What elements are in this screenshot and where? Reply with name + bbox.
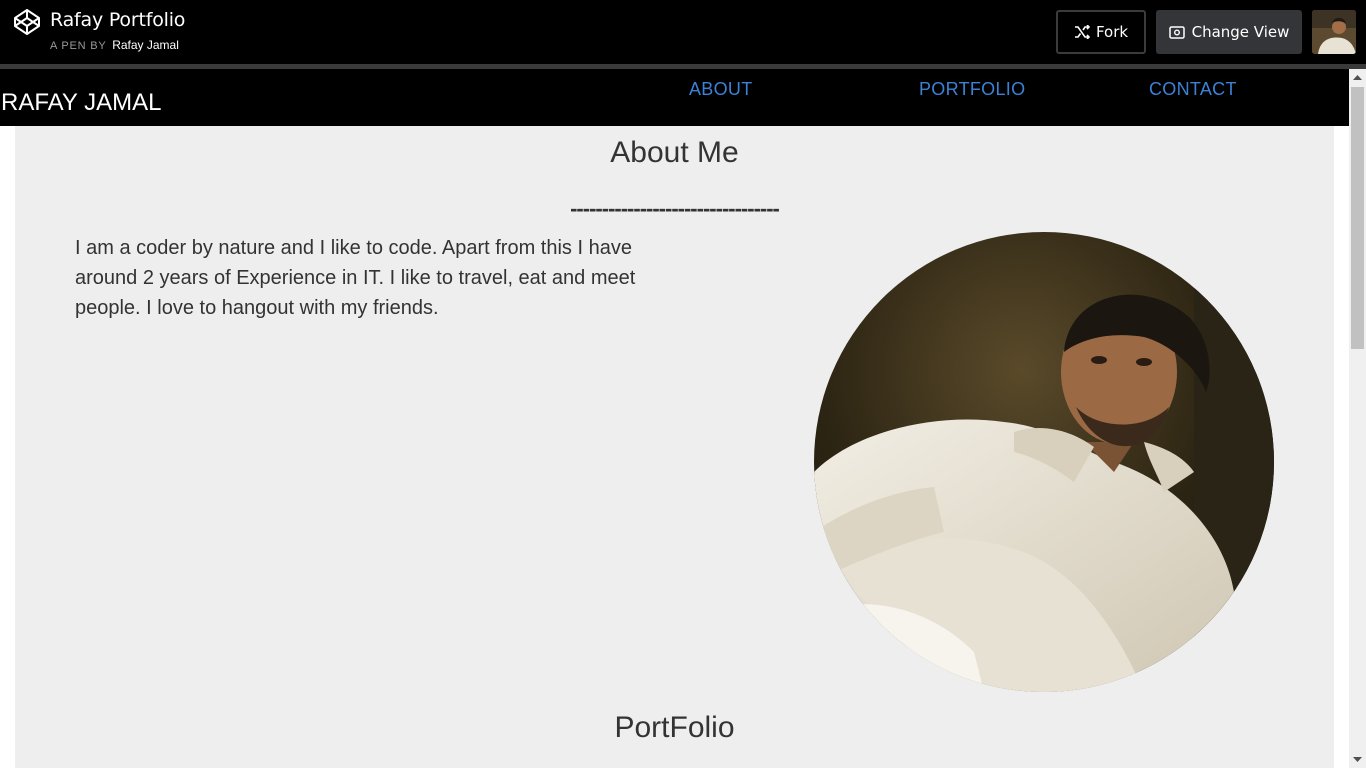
pen-preview: RAFAY JAMAL ABOUT PORTFOLIO CONTACT Abou…: [0, 69, 1349, 768]
fork-label: Fork: [1095, 23, 1129, 41]
fork-button[interactable]: Fork: [1056, 10, 1146, 54]
pen-byline: A PEN BY Rafay Jamal: [50, 38, 179, 52]
change-view-icon: [1168, 25, 1185, 39]
profile-photo-image: [814, 232, 1274, 692]
profile-photo: [814, 232, 1274, 692]
nav-portfolio[interactable]: PORTFOLIO: [919, 79, 1025, 100]
site-navbar: RAFAY JAMAL ABOUT PORTFOLIO CONTACT: [0, 69, 1349, 126]
vertical-scrollbar[interactable]: [1349, 69, 1366, 768]
scrollbar-thumb[interactable]: [1351, 87, 1364, 349]
about-heading: About Me: [610, 136, 739, 169]
about-divider-text: ---------------------------------: [570, 196, 780, 221]
byline-prefix: A PEN BY: [50, 40, 107, 52]
nav-about[interactable]: ABOUT: [689, 79, 753, 100]
avatar-image: [1312, 10, 1356, 54]
nav-contact[interactable]: CONTACT: [1149, 79, 1237, 100]
portfolio-heading: PortFolio: [614, 711, 735, 744]
pen-title: Rafay Portfolio: [50, 9, 186, 31]
change-view-label: Change View: [1191, 23, 1290, 41]
codepen-logo-icon[interactable]: [13, 8, 41, 36]
scroll-down-arrow-icon[interactable]: [1349, 751, 1366, 768]
about-paragraph: I am a coder by nature and I like to cod…: [75, 237, 636, 319]
change-view-button[interactable]: Change View: [1156, 10, 1302, 54]
author-link[interactable]: Rafay Jamal: [112, 38, 179, 52]
site-brand[interactable]: RAFAY JAMAL: [1, 89, 162, 117]
codepen-header: Rafay Portfolio A PEN BY Rafay Jamal For…: [0, 0, 1366, 64]
about-section: About Me -------------------------------…: [15, 126, 1334, 768]
fork-icon: [1074, 25, 1090, 39]
scroll-up-arrow-icon[interactable]: [1349, 69, 1366, 86]
user-avatar[interactable]: [1312, 10, 1356, 54]
